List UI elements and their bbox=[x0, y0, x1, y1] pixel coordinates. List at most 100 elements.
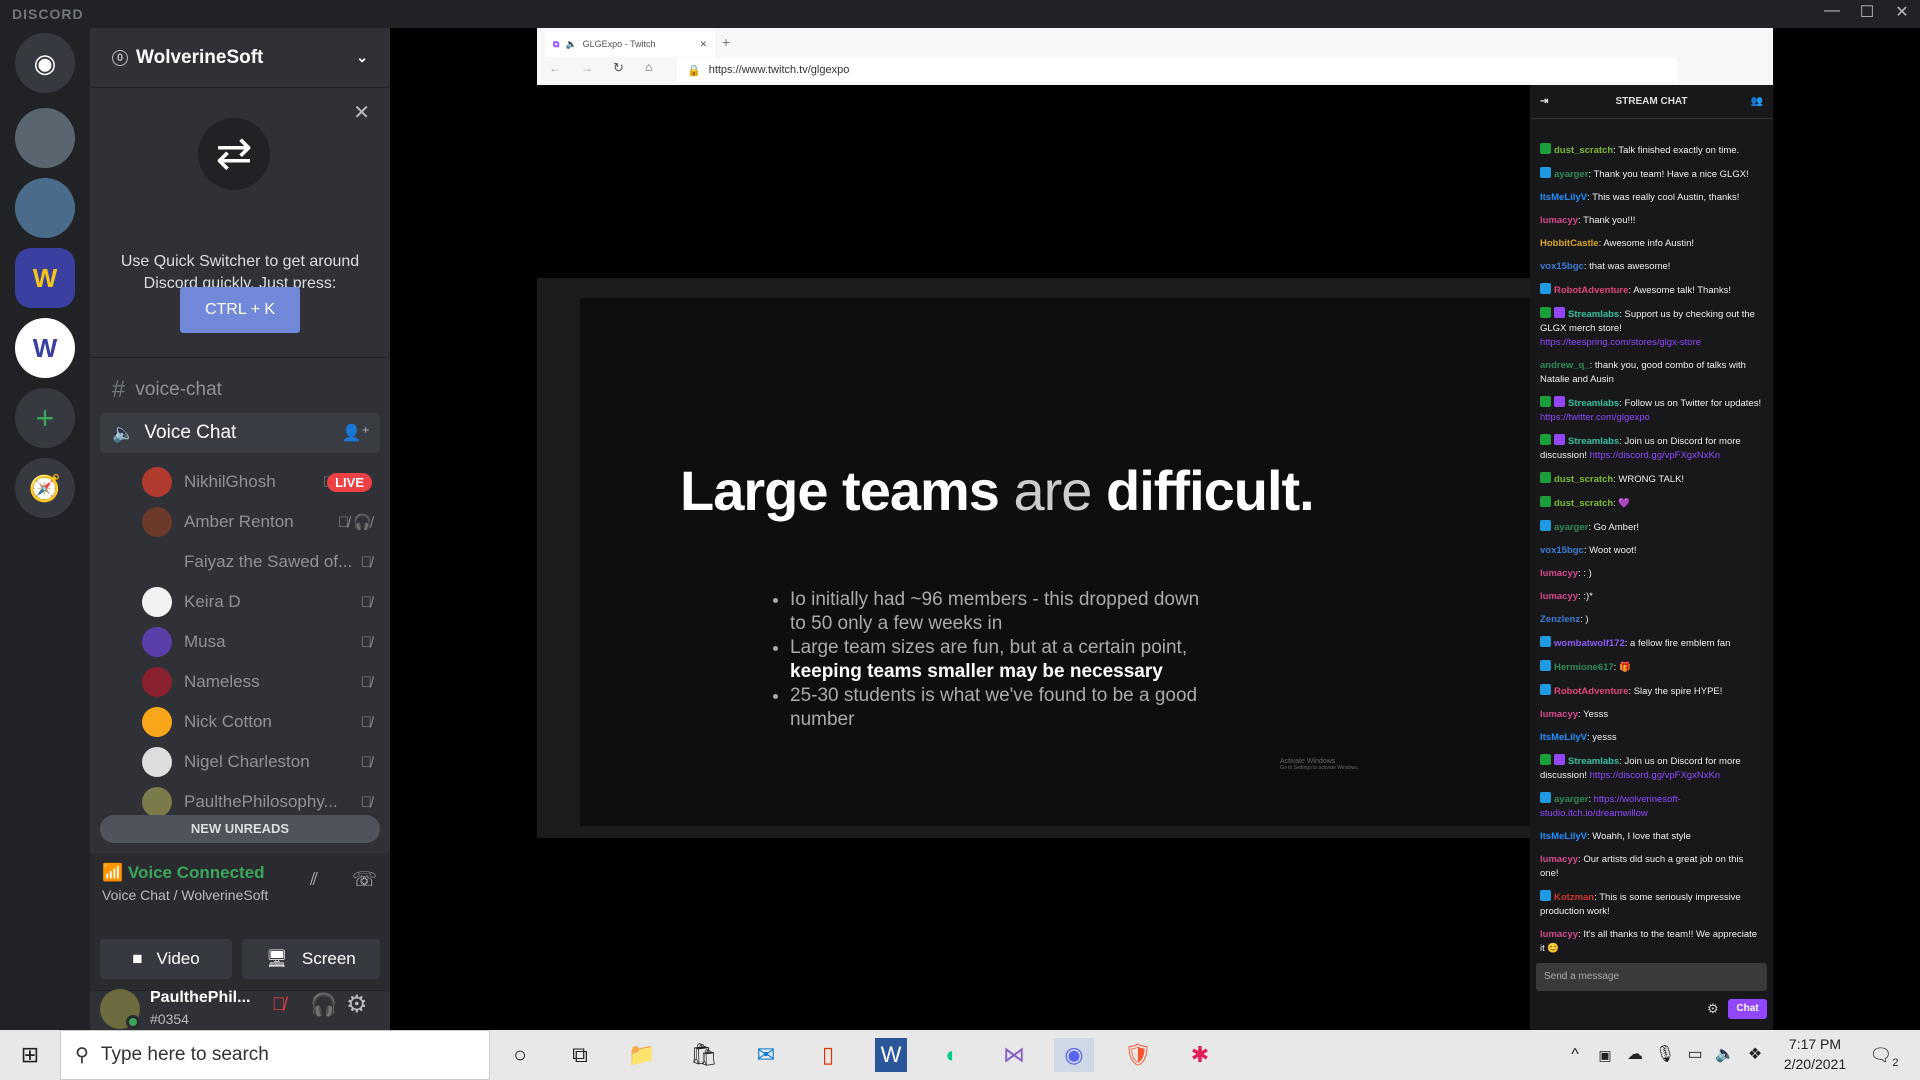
chat-username[interactable]: Zenzlenz bbox=[1540, 614, 1580, 625]
server-icon-wolverinesoft[interactable]: W bbox=[15, 248, 75, 308]
chat-username[interactable]: andrew_q_ bbox=[1540, 360, 1590, 371]
voice-member[interactable]: Keira D 🎙̸ bbox=[142, 582, 382, 622]
audio-icon[interactable]: 🔈 bbox=[565, 39, 576, 50]
chat-username[interactable]: HobbitCastle bbox=[1540, 238, 1599, 249]
slack-icon[interactable]: ✱ bbox=[1180, 1038, 1220, 1072]
chat-username[interactable]: lumacyy bbox=[1540, 215, 1578, 226]
server-icon[interactable] bbox=[15, 108, 75, 168]
taskbar-search[interactable]: ⚲ Type here to search bbox=[60, 1030, 490, 1080]
maximize-button[interactable]: ☐ bbox=[1852, 2, 1882, 22]
browser-tab[interactable]: ⧉ 🔈 GLGExpo - Twitch ✕ bbox=[545, 31, 715, 57]
chat-username[interactable]: lumacyy bbox=[1540, 591, 1578, 602]
channel-voice-chat-text[interactable]: # voice-chat bbox=[100, 370, 380, 410]
chat-link[interactable]: https://twitter.com/glgexpo bbox=[1540, 412, 1650, 423]
users-icon[interactable]: 👥 bbox=[1751, 85, 1763, 119]
clock[interactable]: 7:17 PM 2/20/2021 bbox=[1770, 1034, 1860, 1074]
minimize-button[interactable]: — bbox=[1817, 2, 1847, 20]
word-icon[interactable]: W bbox=[875, 1038, 907, 1072]
screen-share-button[interactable]: 🖥 Screen bbox=[242, 939, 380, 979]
chat-message: RobotAdventure: Slay the spire HYPE! bbox=[1540, 684, 1763, 699]
dropbox-icon[interactable]: ❖ bbox=[1735, 1038, 1775, 1072]
stream-player[interactable]: Large teams are difficult. Io initially … bbox=[537, 278, 1530, 838]
chat-username[interactable]: dust_scratch bbox=[1554, 145, 1613, 156]
noise-suppression-icon[interactable]: ⫽ bbox=[310, 869, 318, 890]
chat-username[interactable]: vox15bgc bbox=[1540, 261, 1584, 272]
voice-member[interactable]: Musa 🎙̸ bbox=[142, 622, 382, 662]
channel-voice-chat[interactable]: 🔈 Voice Chat 👤⁺ bbox=[100, 413, 380, 453]
voice-member[interactable]: Nick Cotton 🎙̸ bbox=[142, 702, 382, 742]
visual-studio-icon[interactable]: ⋈ bbox=[994, 1038, 1034, 1072]
mute-microphone-icon[interactable]: 🎙̸ bbox=[272, 994, 286, 1015]
cortana-icon[interactable]: ○ bbox=[500, 1038, 540, 1072]
slide-bullet: Io initially had ~96 members - this drop… bbox=[790, 588, 1210, 636]
chat-link[interactable]: https://teespring.com/stores/glgx-store bbox=[1540, 337, 1701, 348]
chat-username[interactable]: ItsMeLilyV bbox=[1540, 732, 1587, 743]
disconnect-icon[interactable]: ☏ bbox=[352, 867, 377, 892]
home-button[interactable]: ◉ bbox=[15, 33, 75, 93]
gear-icon[interactable]: ⚙ bbox=[346, 990, 368, 1019]
voice-member[interactable]: Amber Renton 🎙̸ 🎧̸ bbox=[142, 502, 382, 542]
mail-icon[interactable]: ✉ bbox=[746, 1038, 786, 1072]
server-icon[interactable] bbox=[15, 178, 75, 238]
chat-username[interactable]: lumacyy bbox=[1540, 568, 1578, 579]
voice-member[interactable]: Nigel Charleston 🎙̸ bbox=[142, 742, 382, 782]
chat-username[interactable]: Streamlabs bbox=[1568, 756, 1619, 767]
server-icon-active[interactable]: W bbox=[15, 318, 75, 378]
chat-username[interactable]: Kotzman bbox=[1554, 892, 1594, 903]
edge-icon[interactable]: ◐ bbox=[932, 1038, 972, 1072]
chat-settings-icon[interactable]: ⚙ bbox=[1707, 1001, 1719, 1017]
task-view-icon[interactable]: ⧉ bbox=[560, 1038, 600, 1072]
file-explorer-icon[interactable]: 📁 bbox=[622, 1038, 662, 1072]
chat-link[interactable]: https://discord.gg/vpFXgxNxKn bbox=[1590, 770, 1720, 781]
close-icon[interactable]: ✕ bbox=[353, 100, 370, 125]
voice-member[interactable]: Faiyaz the Sawed of... 🎙̸ bbox=[142, 542, 382, 582]
chat-username[interactable]: ItsMeLilyV bbox=[1540, 192, 1587, 203]
brave-icon[interactable]: 🛡 bbox=[1118, 1038, 1158, 1072]
chat-username[interactable]: ayarger bbox=[1554, 522, 1588, 533]
chat-username[interactable]: ItsMeLilyV bbox=[1540, 831, 1587, 842]
chat-input[interactable]: Send a message bbox=[1536, 963, 1767, 991]
invite-user-icon[interactable]: 👤⁺ bbox=[342, 423, 370, 443]
new-unreads-button[interactable]: NEW UNREADS bbox=[100, 815, 380, 843]
chat-username[interactable]: dust_scratch bbox=[1554, 498, 1613, 509]
chat-username[interactable]: Hermione617 bbox=[1554, 662, 1614, 673]
explore-servers-button[interactable]: 🧭 bbox=[15, 458, 75, 518]
video-button[interactable]: ■ Video bbox=[100, 939, 232, 979]
refresh-icon[interactable]: ↻ bbox=[613, 60, 624, 76]
chat-username[interactable]: lumacyy bbox=[1540, 854, 1578, 865]
new-tab-button[interactable]: + bbox=[722, 34, 730, 50]
chat-username[interactable]: lumacyy bbox=[1540, 709, 1578, 720]
home-icon[interactable]: ⌂ bbox=[645, 60, 652, 74]
chat-username[interactable]: Streamlabs bbox=[1568, 436, 1619, 447]
forward-icon[interactable]: → bbox=[581, 61, 593, 75]
office-icon[interactable]: ▯ bbox=[808, 1038, 848, 1072]
chat-username[interactable]: lumacyy bbox=[1540, 929, 1578, 940]
discord-taskbar-icon[interactable]: ◉ bbox=[1054, 1038, 1094, 1072]
chat-username[interactable]: RobotAdventure bbox=[1554, 285, 1628, 296]
back-icon[interactable]: ← bbox=[549, 61, 561, 75]
notifications-icon[interactable]: 🗨2 bbox=[1864, 1038, 1904, 1072]
headphones-icon[interactable]: 🎧 bbox=[310, 992, 337, 1018]
chat-send-button[interactable]: Chat bbox=[1728, 999, 1767, 1019]
voice-member[interactable]: NikhilGhosh🎙̸LIVE bbox=[142, 462, 382, 502]
address-bar[interactable]: 🔒 https://www.twitch.tv/glgexpo bbox=[677, 58, 1677, 82]
chat-username[interactable]: ayarger bbox=[1554, 794, 1588, 805]
close-tab-icon[interactable]: ✕ bbox=[699, 39, 707, 50]
server-header[interactable]: 0 WolverineSoft ⌄ bbox=[90, 28, 390, 88]
close-button[interactable]: ✕ bbox=[1887, 2, 1917, 22]
windows-start-icon[interactable]: ⊞ bbox=[10, 1038, 50, 1072]
chat-username[interactable]: Streamlabs bbox=[1568, 398, 1619, 409]
add-server-button[interactable]: + bbox=[15, 388, 75, 448]
voice-member[interactable]: Nameless 🎙̸ bbox=[142, 662, 382, 702]
collapse-icon[interactable]: ⇥ bbox=[1540, 85, 1548, 119]
chat-username[interactable]: Streamlabs bbox=[1568, 309, 1619, 320]
store-icon[interactable]: 🛍 bbox=[684, 1038, 724, 1072]
chat-username[interactable]: RobotAdventure bbox=[1554, 686, 1628, 697]
quick-switcher-shortcut-button[interactable]: CTRL + K bbox=[180, 287, 300, 333]
chat-username[interactable]: wombatwolf172 bbox=[1554, 638, 1625, 649]
chat-username[interactable]: ayarger bbox=[1554, 169, 1588, 180]
chat-username[interactable]: vox15bgc bbox=[1540, 545, 1584, 556]
chat-username[interactable]: dust_scratch bbox=[1554, 474, 1613, 485]
voice-connected-status[interactable]: 📶 Voice Connected bbox=[102, 863, 265, 883]
chat-link[interactable]: https://discord.gg/vpFXgxNxKn bbox=[1590, 450, 1720, 461]
